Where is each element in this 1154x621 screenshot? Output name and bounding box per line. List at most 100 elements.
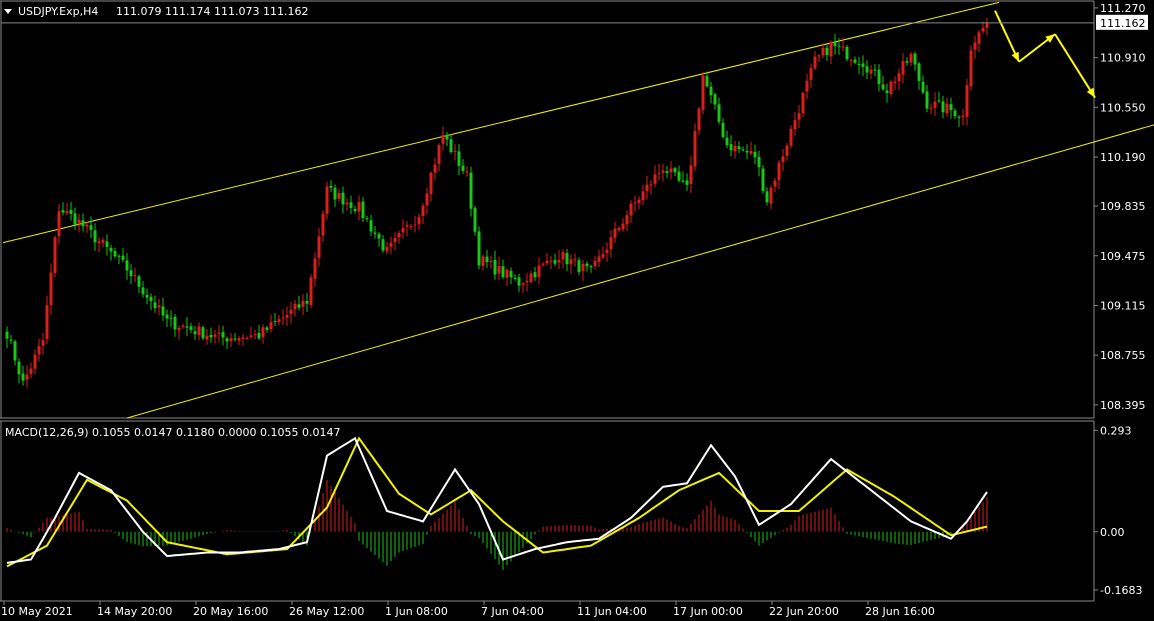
candle-body: [697, 108, 701, 131]
candle-body: [461, 165, 465, 172]
candle-body: [581, 263, 585, 272]
candle: [477, 226, 481, 270]
candle-body: [341, 192, 345, 205]
candle-body: [421, 205, 425, 217]
candle-body: [761, 168, 765, 191]
candle-body: [893, 81, 897, 83]
candle-body: [101, 240, 105, 243]
candle-body: [877, 69, 881, 84]
candle: [845, 45, 849, 62]
candle-body: [429, 172, 433, 195]
candle-body: [353, 208, 357, 212]
candle-body: [133, 275, 137, 277]
candle-body: [93, 230, 97, 243]
candle-body: [409, 226, 413, 228]
candle-body: [57, 211, 61, 237]
price-tick-label: 110.190: [1100, 151, 1146, 164]
candle-body: [793, 120, 797, 130]
candle-body: [349, 202, 353, 208]
candle-body: [705, 76, 709, 87]
candle-body: [109, 247, 113, 252]
candle-body: [945, 103, 949, 114]
candle-body: [257, 332, 261, 339]
candle-body: [189, 326, 193, 330]
candle-body: [21, 373, 25, 381]
candle-body: [253, 334, 257, 336]
candle-body: [709, 86, 713, 96]
candle-body: [437, 145, 441, 165]
candle-body: [145, 294, 149, 298]
macd-tick-label: -0.1683: [1100, 584, 1142, 597]
time-tick-label: 1 Jun 08:00: [385, 605, 448, 618]
candle-body: [5, 331, 9, 339]
candle-body: [309, 277, 313, 305]
candle-body: [785, 145, 789, 156]
candle-body: [561, 252, 565, 260]
candle-body: [121, 255, 125, 260]
candle-body: [789, 128, 793, 146]
time-tick-label: 14 May 20:00: [97, 605, 172, 618]
candle-body: [781, 156, 785, 163]
candle-body: [649, 184, 653, 186]
candle-body: [125, 260, 129, 271]
candle-body: [733, 145, 737, 152]
candle: [201, 325, 205, 341]
candle-body: [909, 54, 913, 63]
candle-body: [165, 314, 169, 319]
candle-body: [441, 135, 445, 144]
candle-body: [265, 327, 269, 330]
candle-body: [573, 259, 577, 261]
candle-body: [985, 23, 989, 28]
candle-body: [693, 131, 697, 167]
candle-body: [797, 113, 801, 120]
candle-body: [609, 237, 613, 250]
symbol-label: USDJPY.Exp,H4: [18, 5, 98, 18]
candle-body: [329, 185, 333, 188]
candle-body: [209, 334, 213, 338]
chart-canvas[interactable]: USDJPY.Exp,H4 111.079 111.174 111.073 11…: [0, 0, 1154, 621]
candle-body: [233, 338, 237, 340]
candle-body: [525, 280, 529, 283]
candle-body: [169, 317, 173, 319]
candle-body: [897, 73, 901, 82]
candle-body: [689, 165, 693, 184]
candle-body: [833, 41, 837, 47]
candle-body: [881, 84, 885, 90]
candle-body: [765, 191, 769, 203]
candle-body: [333, 187, 337, 200]
candle-body: [465, 171, 469, 173]
candle-body: [97, 241, 101, 244]
candle-body: [645, 184, 649, 192]
candle-body: [373, 232, 377, 234]
candle-body: [81, 220, 85, 227]
candle-body: [865, 66, 869, 73]
candle-body: [197, 326, 201, 336]
candle-body: [917, 63, 921, 81]
candle-body: [521, 283, 525, 285]
candle-body: [669, 168, 673, 173]
candle-body: [433, 164, 437, 173]
candle-body: [369, 220, 373, 232]
candle-body: [345, 202, 349, 205]
candle-body: [757, 156, 761, 168]
price-tick-label: 108.395: [1100, 399, 1146, 412]
price-tick-label: 109.475: [1100, 250, 1146, 263]
candle-body: [377, 234, 381, 239]
candle-body: [537, 265, 541, 278]
candle-body: [565, 253, 569, 265]
candle-body: [545, 260, 549, 264]
candle-body: [501, 266, 505, 278]
candle-body: [861, 63, 865, 67]
candle-body: [713, 94, 717, 105]
candle-body: [25, 374, 29, 380]
candle: [761, 165, 765, 194]
candle-body: [941, 101, 945, 113]
candle-body: [677, 171, 681, 181]
candle-body: [157, 305, 161, 308]
candle-body: [845, 46, 849, 60]
candle-body: [777, 162, 781, 181]
candle-body: [469, 172, 473, 209]
candle-body: [317, 236, 321, 258]
candle-body: [77, 219, 81, 224]
candle-body: [641, 191, 645, 201]
